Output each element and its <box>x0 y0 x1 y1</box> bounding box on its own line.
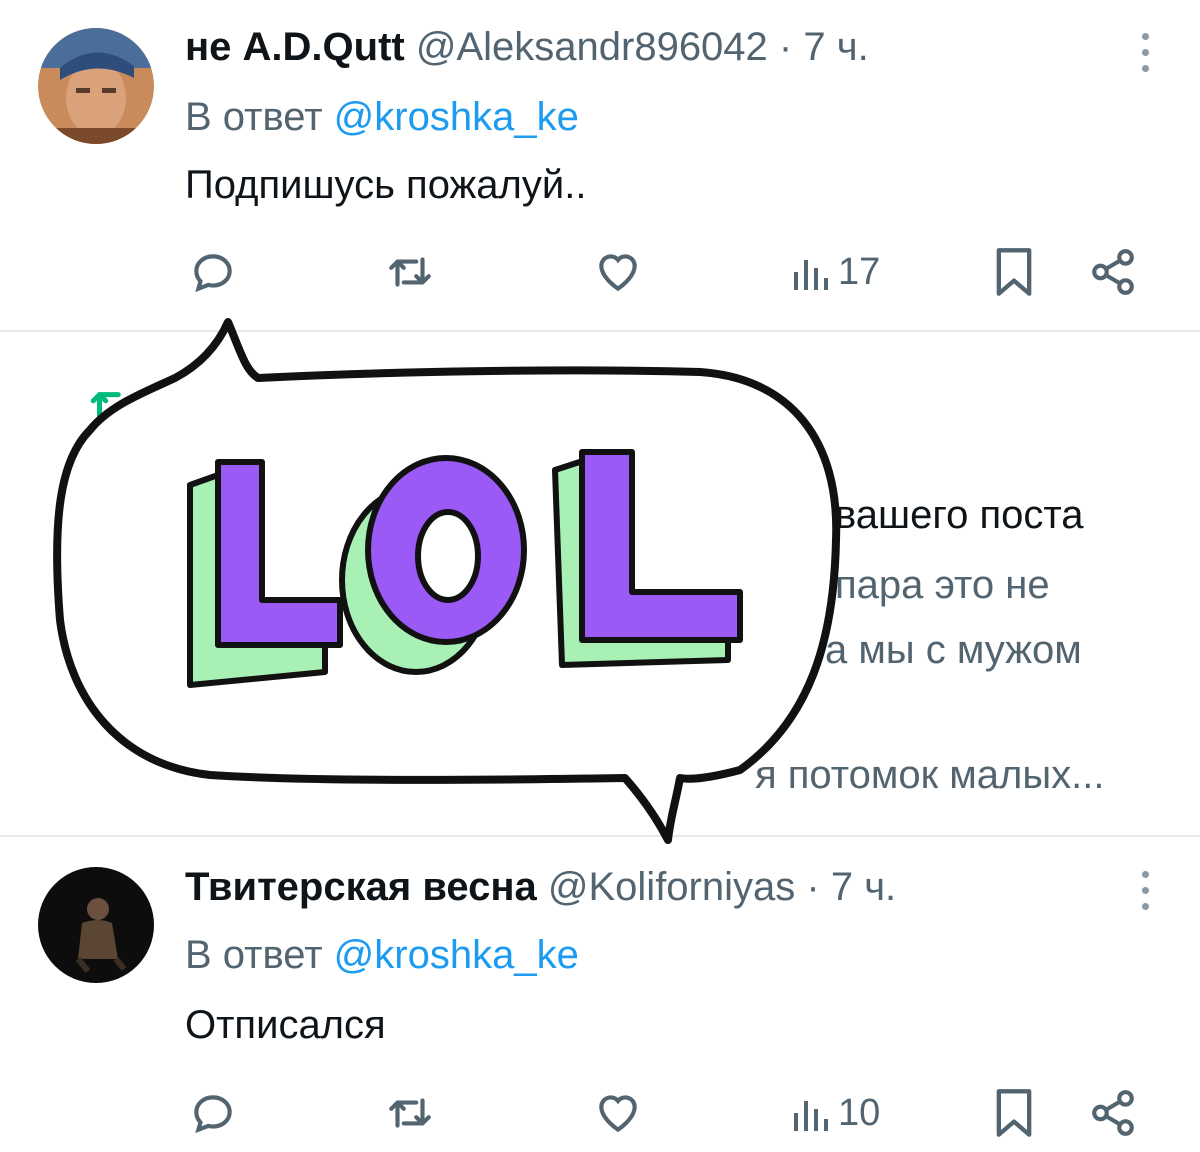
like-button[interactable] <box>592 1083 644 1143</box>
action-bar: 17 <box>0 242 1200 302</box>
share-button[interactable] <box>1088 242 1138 302</box>
tweet-text-line: а мы с мужом <box>825 628 1082 672</box>
separator-dot: · <box>778 25 793 69</box>
tweet-header: Твитерская весна @Koliforniyas · 7 ч. <box>185 862 896 912</box>
reply-icon <box>194 254 232 293</box>
views-count: 10 <box>838 1091 881 1134</box>
more-icon[interactable] <box>1130 17 1160 87</box>
views-button[interactable]: 10 <box>790 1083 880 1143</box>
bookmark-button[interactable] <box>992 1083 1036 1143</box>
display-name[interactable]: Твитерская весна <box>185 865 537 909</box>
views-count: 17 <box>838 250 881 293</box>
reply-prefix: В ответ <box>185 933 323 977</box>
reply-icon <box>194 1095 232 1134</box>
avatar[interactable] <box>38 28 154 144</box>
action-bar: 10 <box>0 1083 1200 1143</box>
bookmark-button[interactable] <box>992 242 1036 302</box>
tweet-text-line: пара это не <box>835 563 1050 607</box>
retweet-button[interactable] <box>385 242 435 302</box>
retweet-icon <box>389 257 431 287</box>
retweet-button[interactable] <box>385 1083 435 1143</box>
tweet-1[interactable]: не A.D.Qutt @Aleksandr896042 · 7 ч. В от… <box>0 0 1200 330</box>
views-icon <box>794 260 828 290</box>
like-button[interactable] <box>592 242 644 302</box>
share-icon <box>1092 249 1134 295</box>
views-icon <box>794 1101 828 1131</box>
share-icon <box>1092 1090 1134 1136</box>
tweet-text: Подпишусь пожалуй.. <box>185 163 587 207</box>
tweet-text: Отписался <box>185 1003 386 1047</box>
avatar[interactable] <box>38 867 154 983</box>
like-icon <box>599 254 637 292</box>
reply-mention-link[interactable]: @kroshka_ke <box>334 933 579 977</box>
reply-context: В ответ @kroshka_ke <box>185 92 579 142</box>
tweet-2-obscured[interactable]: вашего поста пара это не а мы с мужом я … <box>0 335 1200 835</box>
tweet-text-line: вашего поста <box>835 493 1084 537</box>
views-button[interactable]: 17 <box>790 242 880 302</box>
share-button[interactable] <box>1088 1083 1138 1143</box>
reply-button[interactable] <box>188 1083 238 1143</box>
divider <box>0 330 1200 332</box>
display-name[interactable]: не A.D.Qutt <box>185 25 405 69</box>
reply-prefix: В ответ <box>185 95 323 139</box>
timestamp[interactable]: 7 ч. <box>831 865 896 909</box>
timestamp[interactable]: 7 ч. <box>803 25 868 69</box>
avatar-photo <box>38 28 154 144</box>
username[interactable]: @Aleksandr896042 <box>416 25 768 69</box>
reply-mention-link[interactable]: @kroshka_ke <box>334 95 579 139</box>
bookmark-icon <box>996 1089 1032 1137</box>
like-icon <box>599 1095 637 1133</box>
username[interactable]: @Koliforniyas <box>548 865 795 909</box>
more-icon[interactable] <box>1130 855 1160 925</box>
tweet-text-line: я потомок малых... <box>755 753 1105 797</box>
separator-dot: · <box>806 865 820 909</box>
retweeted-icon <box>90 392 121 425</box>
tweet-header: не A.D.Qutt @Aleksandr896042 · 7 ч. <box>185 22 869 72</box>
retweet-icon <box>389 1098 431 1128</box>
avatar-photo <box>38 867 154 983</box>
tweet-3[interactable]: Твитерская весна @Koliforniyas · 7 ч. В … <box>0 837 1200 1152</box>
reply-context: В ответ @kroshka_ke <box>185 930 579 980</box>
bookmark-icon <box>996 248 1032 296</box>
reply-button[interactable] <box>188 242 238 302</box>
